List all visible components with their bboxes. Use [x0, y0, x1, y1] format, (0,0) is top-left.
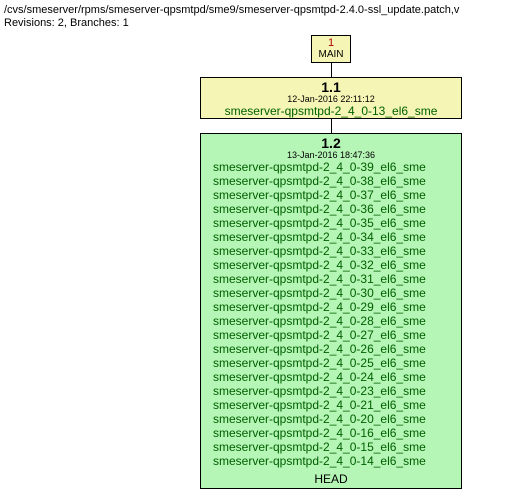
- revision-tag: smeserver-qpsmtpd-2_4_0-35_el6_sme: [207, 216, 455, 230]
- revision-tag: smeserver-qpsmtpd-2_4_0-28_el6_sme: [207, 314, 455, 328]
- revision-tag: smeserver-qpsmtpd-2_4_0-34_el6_sme: [207, 230, 455, 244]
- revision-tag: smeserver-qpsmtpd-2_4_0-21_el6_sme: [207, 398, 455, 412]
- revisions-line: Revisions: 2, Branches: 1: [4, 17, 526, 29]
- revision-date: 13-Jan-2016 18:47:36: [201, 150, 461, 160]
- branch-main-node[interactable]: 1 MAIN: [311, 35, 351, 63]
- revision-version: 1.2: [201, 136, 461, 150]
- revision-tag: smeserver-qpsmtpd-2_4_0-24_el6_sme: [207, 370, 455, 384]
- revision-tag: smeserver-qpsmtpd-2_4_0-32_el6_sme: [207, 258, 455, 272]
- head-label: HEAD: [201, 472, 461, 488]
- revision-graph: 1 MAIN 1.1 12-Jan-2016 22:11:12 smeserve…: [4, 35, 526, 489]
- revision-version: 1.1: [201, 80, 461, 94]
- revision-tag: smeserver-qpsmtpd-2_4_0-25_el6_sme: [207, 356, 455, 370]
- revision-tag: smeserver-qpsmtpd-2_4_0-37_el6_sme: [207, 188, 455, 202]
- revision-tag: smeserver-qpsmtpd-2_4_0-30_el6_sme: [207, 286, 455, 300]
- revision-tag: smeserver-qpsmtpd-2_4_0-36_el6_sme: [207, 202, 455, 216]
- revision-1-2-node[interactable]: 1.2 13-Jan-2016 18:47:36 smeserver-qpsmt…: [200, 133, 462, 489]
- revision-tag: smeserver-qpsmtpd-2_4_0-27_el6_sme: [207, 328, 455, 342]
- revision-date: 12-Jan-2016 22:11:12: [201, 94, 461, 104]
- revision-tag: smeserver-qpsmtpd-2_4_0-26_el6_sme: [207, 342, 455, 356]
- revision-tag-list: smeserver-qpsmtpd-2_4_0-39_el6_smesmeser…: [201, 160, 461, 472]
- revision-tag: smeserver-qpsmtpd-2_4_0-23_el6_sme: [207, 384, 455, 398]
- branch-label: MAIN: [316, 49, 346, 60]
- revision-tag: smeserver-qpsmtpd-2_4_0-13_el6_sme: [201, 104, 461, 118]
- revision-1-1-node[interactable]: 1.1 12-Jan-2016 22:11:12 smeserver-qpsmt…: [200, 77, 462, 119]
- revision-tag: smeserver-qpsmtpd-2_4_0-16_el6_sme: [207, 426, 455, 440]
- revision-tag: smeserver-qpsmtpd-2_4_0-15_el6_sme: [207, 440, 455, 454]
- revision-tag: smeserver-qpsmtpd-2_4_0-29_el6_sme: [207, 300, 455, 314]
- file-path: /cvs/smeserver/rpms/smeserver-qpsmtpd/sm…: [4, 4, 526, 16]
- revision-tag: smeserver-qpsmtpd-2_4_0-20_el6_sme: [207, 412, 455, 426]
- revision-tag: smeserver-qpsmtpd-2_4_0-33_el6_sme: [207, 244, 455, 258]
- edge-11-to-12: [331, 119, 332, 133]
- revision-tag: smeserver-qpsmtpd-2_4_0-14_el6_sme: [207, 454, 455, 468]
- revision-tag: smeserver-qpsmtpd-2_4_0-38_el6_sme: [207, 174, 455, 188]
- revision-tag: smeserver-qpsmtpd-2_4_0-31_el6_sme: [207, 272, 455, 286]
- branch-number: 1: [316, 37, 346, 49]
- revision-tag: smeserver-qpsmtpd-2_4_0-39_el6_sme: [207, 160, 455, 174]
- edge-main-to-11: [331, 63, 332, 77]
